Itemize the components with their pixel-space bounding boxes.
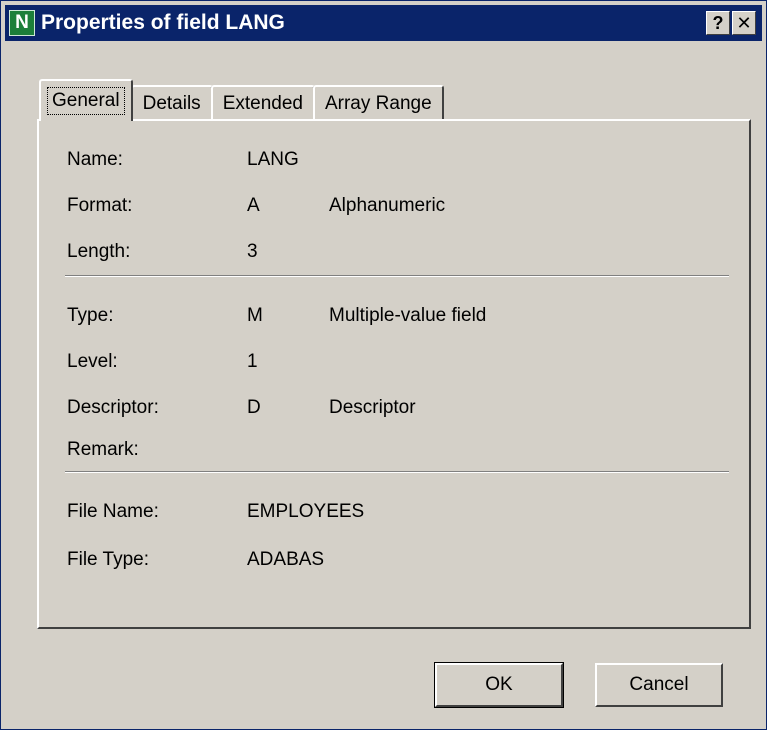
separator-1 <box>65 275 729 277</box>
file-name-value: EMPLOYEES <box>247 501 365 522</box>
title-bar-buttons: ? ✕ <box>706 11 756 35</box>
tab-details-label: Details <box>142 93 201 114</box>
format-value: A <box>247 195 260 216</box>
format-label: Format: <box>67 195 133 216</box>
tab-general-label: General <box>47 87 125 115</box>
name-value: LANG <box>247 149 299 170</box>
cancel-button[interactable]: Cancel <box>595 663 723 707</box>
length-label: Length: <box>67 241 131 262</box>
remark-label: Remark: <box>67 439 139 460</box>
file-type-value: ADABAS <box>247 549 325 570</box>
file-name-label: File Name: <box>67 501 159 522</box>
separator-2 <box>65 471 729 473</box>
level-label: Level: <box>67 351 118 372</box>
type-label: Type: <box>67 305 114 326</box>
tab-strip: General Details Extended Array Range <box>39 75 444 121</box>
tab-general[interactable]: General <box>39 79 133 121</box>
tab-array-range[interactable]: Array Range <box>312 85 444 121</box>
close-icon: ✕ <box>736 12 752 33</box>
close-button[interactable]: ✕ <box>732 11 756 35</box>
tab-details[interactable]: Details <box>130 85 213 121</box>
format-description: Alphanumeric <box>329 195 446 216</box>
file-type-label: File Type: <box>67 549 150 570</box>
tab-extended-label: Extended <box>222 93 303 114</box>
descriptor-description: Descriptor <box>329 397 416 418</box>
name-label: Name: <box>67 149 123 170</box>
tab-array-range-label: Array Range <box>324 93 432 114</box>
descriptor-value: D <box>247 397 261 418</box>
type-description: Multiple-value field <box>329 305 487 326</box>
app-n-icon: N <box>9 10 35 36</box>
length-value: 3 <box>247 241 258 262</box>
ok-button[interactable]: OK <box>434 662 564 708</box>
tab-extended[interactable]: Extended <box>210 85 315 121</box>
level-value: 1 <box>247 351 258 372</box>
window-title: Properties of field LANG <box>41 11 285 34</box>
title-bar[interactable]: N Properties of field LANG ? ✕ <box>5 5 762 41</box>
question-mark-icon: ? <box>712 12 724 33</box>
general-tab-panel: Name: LANG Format: A Alphanumeric Length… <box>37 119 751 629</box>
properties-dialog: N Properties of field LANG ? ✕ General D… <box>0 0 767 730</box>
descriptor-label: Descriptor: <box>67 397 159 418</box>
type-value: M <box>247 305 263 326</box>
help-button[interactable]: ? <box>706 11 730 35</box>
